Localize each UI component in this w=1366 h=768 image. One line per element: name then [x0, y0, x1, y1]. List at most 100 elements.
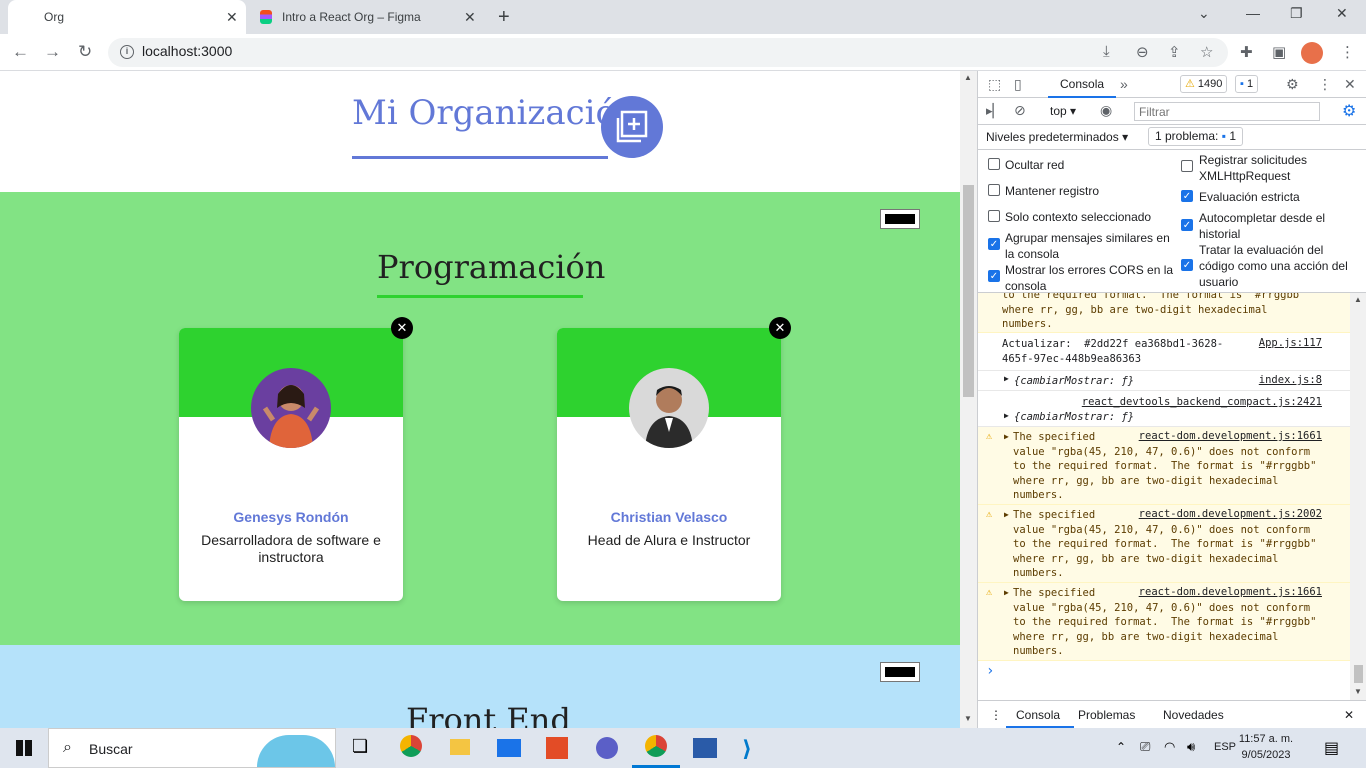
- extensions-icon[interactable]: ✚: [1240, 43, 1253, 61]
- file-explorer-icon[interactable]: [450, 739, 470, 755]
- console-prompt[interactable]: ›: [978, 661, 1350, 700]
- source-link[interactable]: index.js:8: [1259, 374, 1322, 386]
- tab-search-icon[interactable]: ⌄: [1198, 5, 1210, 22]
- tray-language[interactable]: ESP: [1214, 741, 1236, 753]
- restore-icon[interactable]: ❐: [1290, 5, 1303, 22]
- drawer-menu-icon[interactable]: ⋮: [990, 708, 1002, 722]
- console-settings-gear-icon[interactable]: ⚙: [1342, 101, 1356, 121]
- notifications-icon[interactable]: ▤: [1324, 738, 1339, 758]
- delete-collaborator-button[interactable]: ✕: [391, 317, 413, 339]
- tray-network-icon[interactable]: ⎚: [1140, 739, 1150, 755]
- scroll-down-icon[interactable]: ▼: [1354, 687, 1362, 696]
- team-color-picker[interactable]: [880, 209, 920, 229]
- inspect-icon[interactable]: ⬚: [988, 76, 1001, 93]
- checkbox-group-similar[interactable]: ✓: [988, 238, 1000, 250]
- install-icon[interactable]: ⤓: [1103, 43, 1110, 60]
- add-collaborator-button[interactable]: [601, 96, 663, 158]
- zoom-icon[interactable]: ⊖: [1136, 43, 1149, 61]
- scroll-down-icon[interactable]: ▼: [964, 714, 972, 723]
- close-drawer-icon[interactable]: ✕: [1344, 708, 1354, 722]
- device-toolbar-icon[interactable]: ▯: [1014, 76, 1022, 93]
- expand-triangle-icon[interactable]: ▶: [1004, 432, 1009, 441]
- checkbox-user-gesture[interactable]: ✓: [1181, 259, 1193, 271]
- expand-triangle-icon[interactable]: ▶: [1004, 411, 1009, 420]
- tab-console[interactable]: Consola: [1048, 71, 1117, 98]
- checkbox-autocomplete[interactable]: ✓: [1181, 219, 1193, 231]
- source-link[interactable]: react-dom.development.js:2002: [1139, 508, 1322, 520]
- scroll-up-icon[interactable]: ▲: [1354, 295, 1362, 304]
- new-tab-button[interactable]: +: [498, 6, 510, 29]
- kebab-menu-icon[interactable]: ⋮: [1318, 76, 1332, 93]
- settings-gear-icon[interactable]: ⚙: [1286, 76, 1299, 93]
- more-tabs-icon[interactable]: »: [1120, 76, 1128, 92]
- scrollbar-thumb[interactable]: [963, 185, 974, 397]
- powershell-icon[interactable]: [693, 738, 717, 758]
- bookmark-star-icon[interactable]: ☆: [1200, 43, 1213, 61]
- taskbar-search[interactable]: ⌕ Buscar: [48, 728, 336, 768]
- reload-icon[interactable]: ↻: [78, 42, 92, 62]
- source-link[interactable]: react-dom.development.js:1661: [1139, 430, 1322, 442]
- levels-dropdown[interactable]: Niveles predeterminados ▾: [986, 130, 1128, 144]
- collaborator-card: Christian Velasco Head de Alura e Instru…: [557, 328, 781, 601]
- checkbox-preserve-log[interactable]: [988, 184, 1000, 196]
- source-link[interactable]: react-dom.development.js:1661: [1139, 586, 1322, 598]
- checkbox-show-cors[interactable]: ✓: [988, 270, 1000, 282]
- checkbox-hide-network[interactable]: [988, 158, 1000, 170]
- scrollbar-thumb[interactable]: [1354, 665, 1363, 683]
- team-color-picker[interactable]: [880, 662, 920, 682]
- tab-org[interactable]: Org ✕: [8, 0, 246, 34]
- vscode-icon[interactable]: ⟩: [742, 736, 752, 762]
- close-icon[interactable]: ✕: [464, 9, 476, 26]
- minimize-icon[interactable]: —: [1246, 5, 1260, 21]
- address-bar[interactable]: i: [108, 38, 1228, 67]
- expand-triangle-icon[interactable]: ▶: [1004, 588, 1009, 597]
- issues-button[interactable]: 1 problema: ▪ 1: [1148, 127, 1244, 146]
- collaborator-card: Genesys Rondón Desarrolladora de softwar…: [179, 328, 403, 601]
- app-icon[interactable]: [596, 737, 618, 759]
- tab-figma[interactable]: Intro a React Org – Figma ✕: [250, 0, 486, 34]
- chrome-active-icon[interactable]: [645, 735, 667, 757]
- source-link[interactable]: react_devtools_backend_compact.js:2421: [1082, 396, 1322, 408]
- drawer-tab-console[interactable]: Consola: [1016, 708, 1060, 722]
- tray-wifi-icon[interactable]: ◠: [1164, 739, 1175, 755]
- forward-icon[interactable]: →: [44, 42, 61, 62]
- filter-input[interactable]: [1134, 102, 1320, 121]
- delete-collaborator-button[interactable]: ✕: [769, 317, 791, 339]
- url-input[interactable]: [142, 43, 442, 59]
- back-icon[interactable]: ←: [12, 42, 29, 62]
- chrome-icon[interactable]: [400, 735, 422, 757]
- clear-console-icon[interactable]: ⊘: [1014, 102, 1026, 119]
- share-icon[interactable]: ⇪: [1168, 43, 1181, 61]
- windows-start-icon[interactable]: [16, 740, 32, 756]
- checkbox-selected-context[interactable]: [988, 210, 1000, 222]
- mail-icon[interactable]: [497, 739, 521, 757]
- console-scrollbar[interactable]: ▲ ▼: [1350, 293, 1366, 700]
- expand-triangle-icon[interactable]: ▶: [1004, 374, 1009, 383]
- window-close-icon[interactable]: ✕: [1336, 5, 1348, 22]
- side-panel-icon[interactable]: ▣: [1272, 43, 1286, 61]
- checkbox-log-xhr[interactable]: [1181, 160, 1193, 172]
- close-devtools-icon[interactable]: ✕: [1344, 76, 1356, 93]
- warnings-badge[interactable]: ⚠ 1490: [1180, 75, 1228, 93]
- taskbar-clock[interactable]: 11:57 a. m. 9/05/2023: [1236, 731, 1296, 763]
- tray-volume-icon[interactable]: 🔊︎: [1187, 739, 1195, 755]
- checkbox-eager-eval[interactable]: ✓: [1181, 190, 1193, 202]
- scroll-up-icon[interactable]: ▲: [964, 73, 972, 82]
- expand-triangle-icon[interactable]: ▶: [1004, 510, 1009, 519]
- live-expression-eye-icon[interactable]: ◉: [1100, 102, 1112, 119]
- site-info-icon[interactable]: i: [120, 45, 134, 59]
- close-icon[interactable]: ✕: [226, 9, 238, 26]
- source-link[interactable]: App.js:117: [1259, 337, 1322, 349]
- messages-badge[interactable]: ▪ 1: [1235, 75, 1259, 93]
- page-scrollbar[interactable]: ▲ ▼: [960, 71, 977, 728]
- tray-chevron-icon[interactable]: ⌃: [1116, 740, 1126, 754]
- issue-icon: ▪: [1221, 129, 1226, 143]
- office-icon[interactable]: [546, 737, 568, 759]
- drawer-tab-whats-new[interactable]: Novedades: [1163, 708, 1224, 722]
- task-view-icon[interactable]: ❏: [352, 736, 368, 757]
- profile-avatar[interactable]: [1301, 42, 1323, 64]
- sidebar-toggle-icon[interactable]: ▸▏: [986, 103, 1003, 119]
- menu-icon[interactable]: ⋮: [1340, 43, 1355, 61]
- drawer-tab-issues[interactable]: Problemas: [1078, 708, 1135, 722]
- context-selector[interactable]: top ▾: [1050, 104, 1076, 118]
